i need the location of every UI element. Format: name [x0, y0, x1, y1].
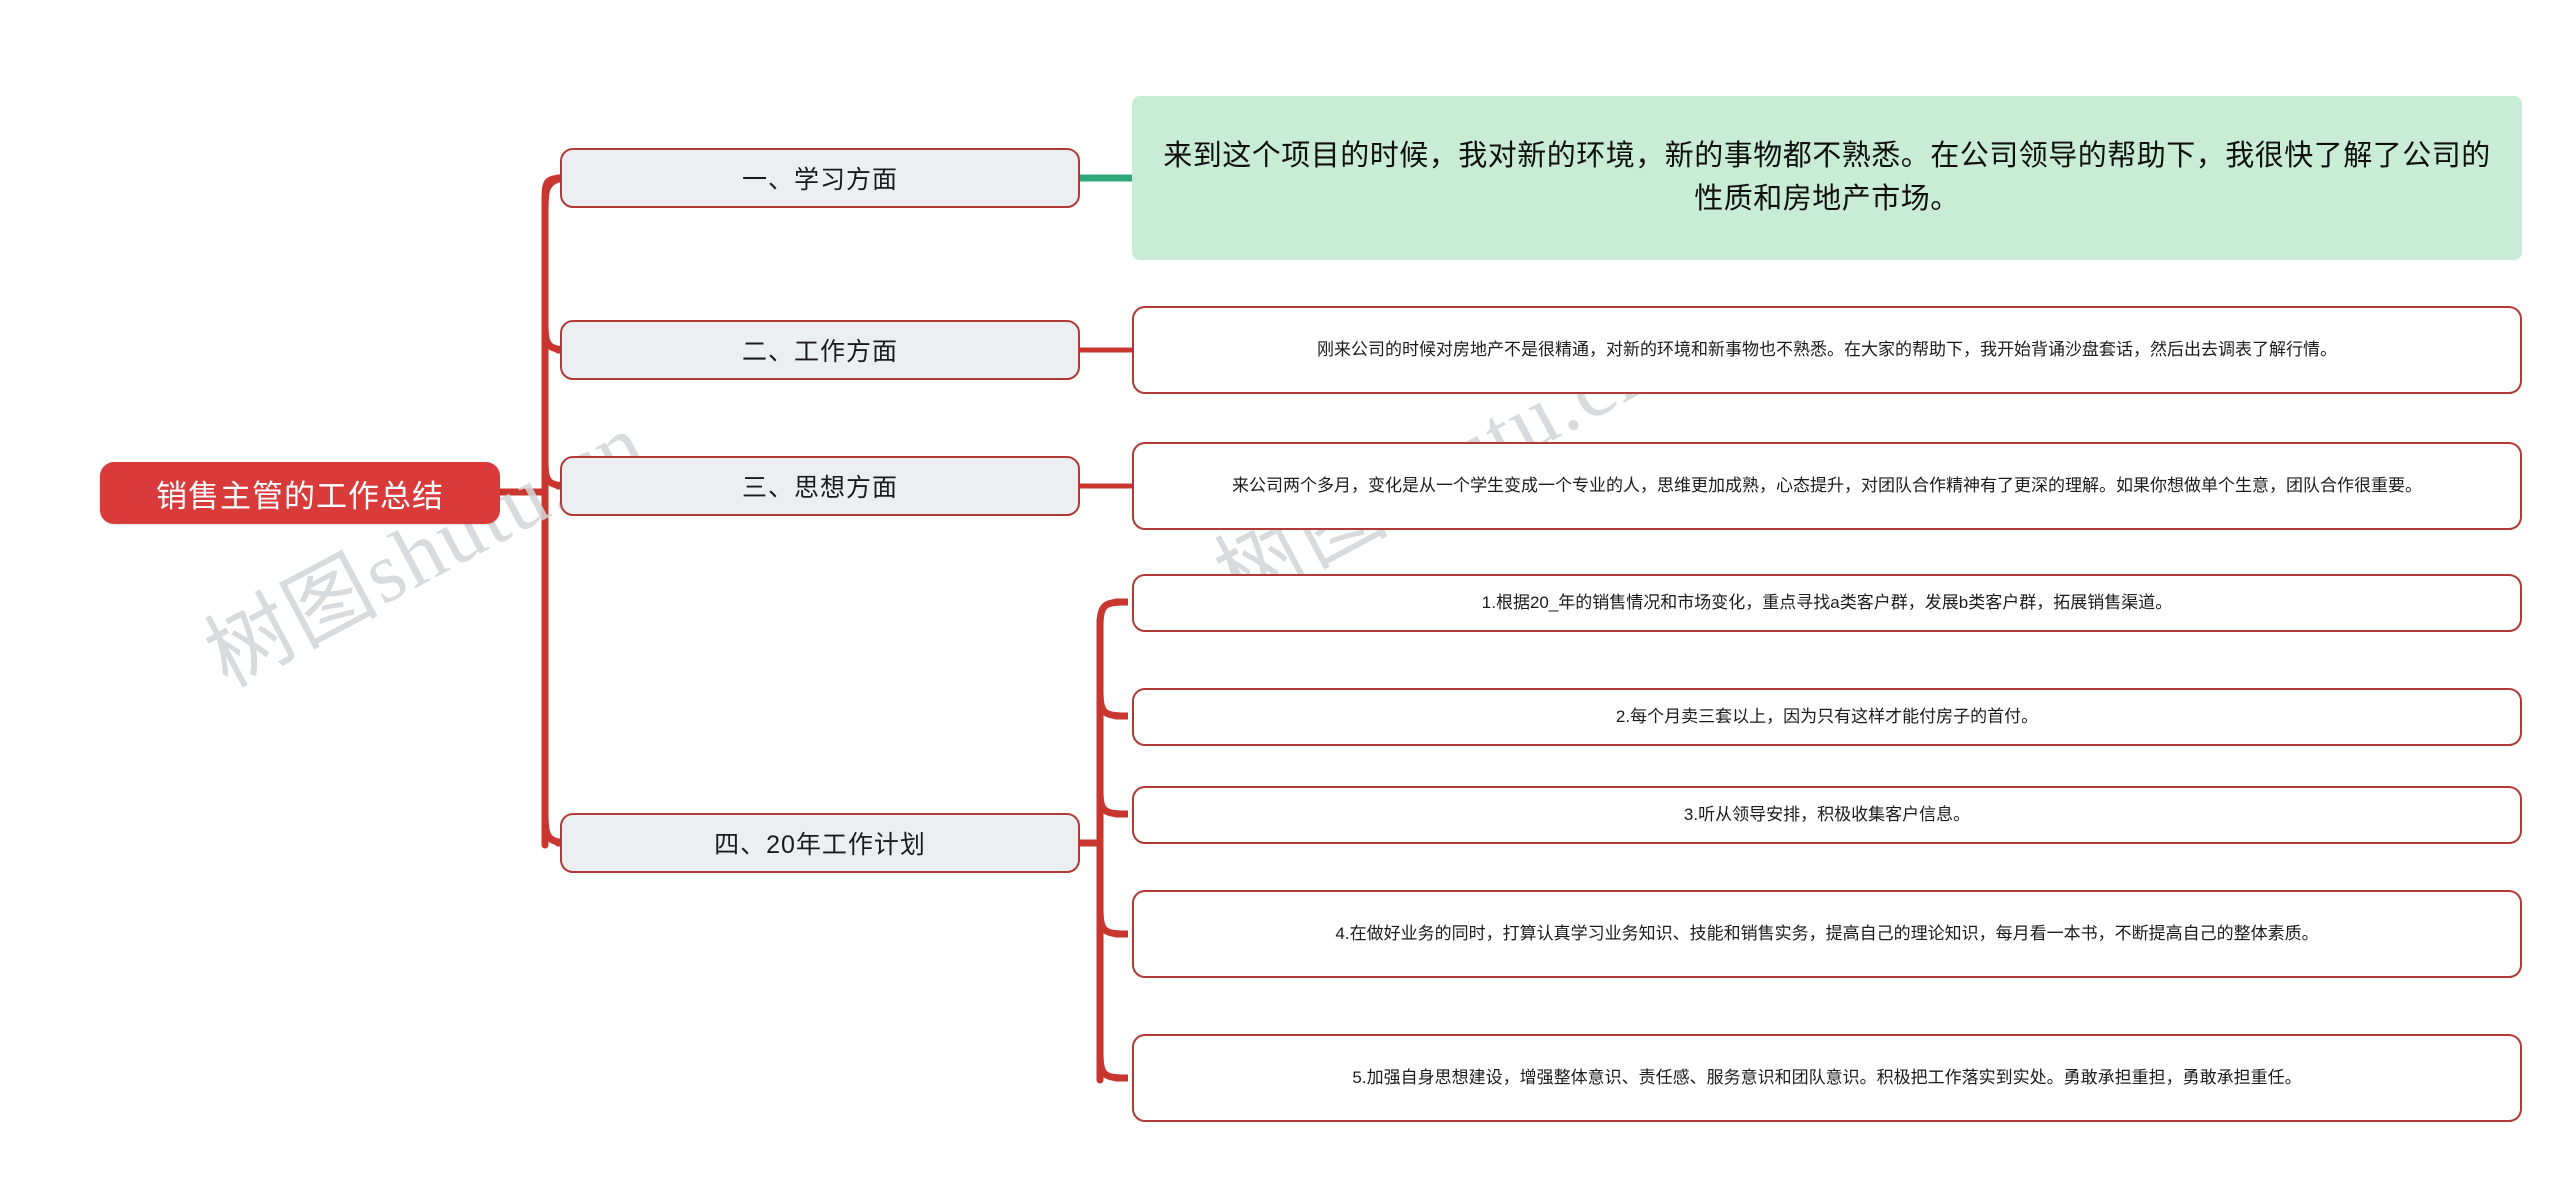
leaf-node-plan-4[interactable]: 4.在做好业务的同时，打算认真学习业务知识、技能和销售实务，提高自己的理论知识，…: [1132, 890, 2522, 978]
connector-sub-elbow-1: [1096, 598, 1129, 632]
leaf-node-plan-5-text: 5.加强自身思想建设，增强整体意识、责任感、服务意识和团队意识。积极把工作落实到…: [1352, 1067, 2302, 1087]
leaf-node-plan-2-text: 2.每个月卖三套以上，因为只有这样才能付房子的首付。: [1615, 706, 2039, 726]
root-node-label: 销售主管的工作总结: [156, 478, 444, 514]
watermark-left: 树图shutu.cn: [190, 394, 661, 706]
root-node[interactable]: 销售主管的工作总结: [100, 462, 500, 524]
leaf-node-plan-1[interactable]: 1.根据20_年的销售情况和市场变化，重点寻找a类客户群，发展b类客户群，拓展销…: [1132, 574, 2522, 632]
connector-sub-elbow-4: [1096, 904, 1129, 938]
mindmap-canvas: 树图shutu.cn 树图shutu.cn: [0, 0, 2560, 1202]
leaf-node-plan-2[interactable]: 2.每个月卖三套以上，因为只有这样才能付房子的首付。: [1132, 688, 2522, 746]
leaf-node-plan-3-text: 3.听从领导安排，积极收集客户信息。: [1683, 804, 1971, 824]
connector-sub-elbow-3: [1096, 786, 1129, 818]
leaf-node-learning-1-text: 来到这个项目的时候，我对新的环境，新的事物都不熟悉。在公司领导的帮助下，我很快了…: [1163, 139, 2491, 216]
leaf-node-plan-1-text: 1.根据20_年的销售情况和市场变化，重点寻找a类客户群，发展b类客户群，拓展销…: [1481, 592, 2173, 612]
branch-node-2[interactable]: 二、工作方面: [560, 320, 1080, 380]
leaf-node-plan-4-text: 4.在做好业务的同时，打算认真学习业务知识、技能和销售实务，提高自己的理论知识，…: [1335, 923, 2319, 943]
leaf-node-learning-1[interactable]: 来到这个项目的时候，我对新的环境，新的事物都不熟悉。在公司领导的帮助下，我很快了…: [1132, 96, 2522, 260]
leaf-node-work-1[interactable]: 刚来公司的时候对房地产不是很精通，对新的环境和新事物也不熟悉。在大家的帮助下，我…: [1132, 306, 2522, 394]
leaf-node-plan-3[interactable]: 3.听从领导安排，积极收集客户信息。: [1132, 786, 2522, 844]
connector-sub-elbow-2: [1096, 686, 1129, 720]
branch-node-1[interactable]: 一、学习方面: [560, 148, 1080, 208]
branch-node-3[interactable]: 三、思想方面: [560, 456, 1080, 516]
branch-node-1-label: 一、学习方面: [741, 166, 898, 194]
leaf-node-thought-1-text: 来公司两个多月，变化是从一个学生变成一个专业的人，思维更加成熟，心态提升，对团队…: [1232, 475, 2422, 495]
branch-node-2-label: 二、工作方面: [741, 338, 898, 366]
leaf-node-thought-1[interactable]: 来公司两个多月，变化是从一个学生变成一个专业的人，思维更加成熟，心态提升，对团队…: [1132, 442, 2522, 530]
branch-node-4-label: 四、20年工作计划: [714, 831, 926, 859]
branch-node-3-label: 三、思想方面: [741, 474, 898, 502]
connector-sub-elbow-5: [1096, 1048, 1129, 1082]
branch-node-4[interactable]: 四、20年工作计划: [560, 813, 1080, 873]
leaf-node-plan-5[interactable]: 5.加强自身思想建设，增强整体意识、责任感、服务意识和团队意识。积极把工作落实到…: [1132, 1034, 2522, 1122]
leaf-node-work-1-text: 刚来公司的时候对房地产不是很精通，对新的环境和新事物也不熟悉。在大家的帮助下，我…: [1317, 339, 2337, 359]
